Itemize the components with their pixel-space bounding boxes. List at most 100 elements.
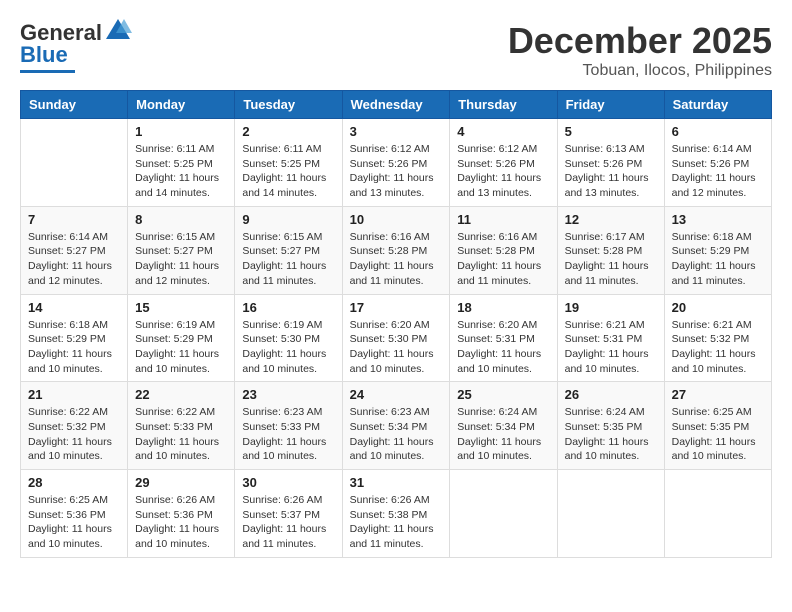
day-info: Sunrise: 6:17 AM Sunset: 5:28 PM Dayligh… (565, 230, 657, 289)
weekday-header-wednesday: Wednesday (342, 91, 450, 119)
day-number: 23 (242, 387, 334, 402)
day-info: Sunrise: 6:26 AM Sunset: 5:36 PM Dayligh… (135, 493, 227, 552)
weekday-header-sunday: Sunday (21, 91, 128, 119)
day-info: Sunrise: 6:23 AM Sunset: 5:33 PM Dayligh… (242, 405, 334, 464)
day-number: 28 (28, 475, 120, 490)
day-number: 5 (565, 124, 657, 139)
day-number: 12 (565, 212, 657, 227)
calendar-cell: 16Sunrise: 6:19 AM Sunset: 5:30 PM Dayli… (235, 294, 342, 382)
day-info: Sunrise: 6:14 AM Sunset: 5:26 PM Dayligh… (672, 142, 764, 201)
day-info: Sunrise: 6:25 AM Sunset: 5:36 PM Dayligh… (28, 493, 120, 552)
calendar-cell (664, 470, 771, 558)
day-info: Sunrise: 6:11 AM Sunset: 5:25 PM Dayligh… (135, 142, 227, 201)
day-info: Sunrise: 6:15 AM Sunset: 5:27 PM Dayligh… (242, 230, 334, 289)
calendar-cell: 2 Sunrise: 6:11 AM Sunset: 5:25 PM Daylig… (235, 119, 342, 207)
day-number: 21 (28, 387, 120, 402)
day-number: 8 (135, 212, 227, 227)
calendar-cell (557, 470, 664, 558)
day-number: 9 (242, 212, 334, 227)
day-info: Sunrise: 6:21 AM Sunset: 5:31 PM Dayligh… (565, 318, 657, 377)
calendar-cell: 26 Sunrise: 6:24 AM Sunset: 5:35 PM Dayli… (557, 382, 664, 470)
weekday-header-row: SundayMondayTuesdayWednesdayThursdayFrid… (21, 91, 772, 119)
calendar-cell: 6 Sunrise: 6:14 AM Sunset: 5:26 PM Daylig… (664, 119, 771, 207)
calendar-cell (21, 119, 128, 207)
day-info: Sunrise: 6:13 AM Sunset: 5:26 PM Dayligh… (565, 142, 657, 201)
calendar-cell: 9 Sunrise: 6:15 AM Sunset: 5:27 PM Daylig… (235, 206, 342, 294)
calendar-cell: 30 Sunrise: 6:26 AM Sunset: 5:37 PM Dayli… (235, 470, 342, 558)
calendar-cell: 17Sunrise: 6:20 AM Sunset: 5:30 PM Dayli… (342, 294, 450, 382)
day-info: Sunrise: 6:11 AM Sunset: 5:25 PM Dayligh… (242, 142, 334, 201)
calendar-cell: 28 Sunrise: 6:25 AM Sunset: 5:36 PM Dayli… (21, 470, 128, 558)
calendar-cell (450, 470, 557, 558)
calendar-cell: 21 Sunrise: 6:22 AM Sunset: 5:32 PM Dayli… (21, 382, 128, 470)
calendar-cell: 5 Sunrise: 6:13 AM Sunset: 5:26 PM Daylig… (557, 119, 664, 207)
day-number: 1 (135, 124, 227, 139)
day-number: 6 (672, 124, 764, 139)
day-number: 31 (350, 475, 443, 490)
day-number: 27 (672, 387, 764, 402)
day-info: Sunrise: 6:21 AM Sunset: 5:32 PM Dayligh… (672, 318, 764, 377)
calendar-cell: 22 Sunrise: 6:22 AM Sunset: 5:33 PM Dayli… (128, 382, 235, 470)
calendar-cell: 23 Sunrise: 6:23 AM Sunset: 5:33 PM Dayli… (235, 382, 342, 470)
calendar-cell: 15 Sunrise: 6:19 AM Sunset: 5:29 PM Dayli… (128, 294, 235, 382)
day-info: Sunrise: 6:12 AM Sunset: 5:26 PM Dayligh… (350, 142, 443, 201)
day-number: 2 (242, 124, 334, 139)
day-info: Sunrise: 6:18 AM Sunset: 5:29 PM Dayligh… (672, 230, 764, 289)
calendar-cell: 18Sunrise: 6:20 AM Sunset: 5:31 PM Dayli… (450, 294, 557, 382)
calendar-cell: 27 Sunrise: 6:25 AM Sunset: 5:35 PM Dayli… (664, 382, 771, 470)
weekday-header-tuesday: Tuesday (235, 91, 342, 119)
calendar-cell: 25 Sunrise: 6:24 AM Sunset: 5:34 PM Dayli… (450, 382, 557, 470)
day-number: 26 (565, 387, 657, 402)
day-info: Sunrise: 6:24 AM Sunset: 5:34 PM Dayligh… (457, 405, 549, 464)
day-number: 19 (565, 300, 657, 315)
day-info: Sunrise: 6:18 AM Sunset: 5:29 PM Dayligh… (28, 318, 120, 377)
calendar-cell: 19 Sunrise: 6:21 AM Sunset: 5:31 PM Dayli… (557, 294, 664, 382)
calendar-cell: 10Sunrise: 6:16 AM Sunset: 5:28 PM Dayli… (342, 206, 450, 294)
weekday-header-monday: Monday (128, 91, 235, 119)
calendar-cell: 11Sunrise: 6:16 AM Sunset: 5:28 PM Dayli… (450, 206, 557, 294)
day-info: Sunrise: 6:25 AM Sunset: 5:35 PM Dayligh… (672, 405, 764, 464)
day-number: 16 (242, 300, 334, 315)
month-title: December 2025 (508, 20, 772, 62)
logo: General Blue (20, 20, 132, 73)
calendar-cell: 31Sunrise: 6:26 AM Sunset: 5:38 PM Dayli… (342, 470, 450, 558)
calendar-cell: 13Sunrise: 6:18 AM Sunset: 5:29 PM Dayli… (664, 206, 771, 294)
calendar-cell: 3Sunrise: 6:12 AM Sunset: 5:26 PM Daylig… (342, 119, 450, 207)
day-number: 18 (457, 300, 549, 315)
day-info: Sunrise: 6:23 AM Sunset: 5:34 PM Dayligh… (350, 405, 443, 464)
logo-icon (104, 17, 132, 45)
day-number: 25 (457, 387, 549, 402)
logo-text-blue: Blue (20, 42, 68, 68)
day-number: 30 (242, 475, 334, 490)
day-number: 4 (457, 124, 549, 139)
calendar-table: SundayMondayTuesdayWednesdayThursdayFrid… (20, 90, 772, 558)
calendar-cell: 14 Sunrise: 6:18 AM Sunset: 5:29 PM Dayli… (21, 294, 128, 382)
calendar-week-row: 28 Sunrise: 6:25 AM Sunset: 5:36 PM Dayli… (21, 470, 772, 558)
page-header: General Blue December 2025 Tobuan, Iloco… (20, 20, 772, 80)
calendar-cell: 1 Sunrise: 6:11 AM Sunset: 5:25 PM Daylig… (128, 119, 235, 207)
title-section: December 2025 Tobuan, Ilocos, Philippine… (508, 20, 772, 80)
day-info: Sunrise: 6:22 AM Sunset: 5:32 PM Dayligh… (28, 405, 120, 464)
day-info: Sunrise: 6:24 AM Sunset: 5:35 PM Dayligh… (565, 405, 657, 464)
day-info: Sunrise: 6:19 AM Sunset: 5:29 PM Dayligh… (135, 318, 227, 377)
day-number: 17 (350, 300, 443, 315)
day-info: Sunrise: 6:14 AM Sunset: 5:27 PM Dayligh… (28, 230, 120, 289)
calendar-week-row: 1 Sunrise: 6:11 AM Sunset: 5:25 PM Daylig… (21, 119, 772, 207)
location-title: Tobuan, Ilocos, Philippines (508, 62, 772, 80)
day-info: Sunrise: 6:12 AM Sunset: 5:26 PM Dayligh… (457, 142, 549, 201)
weekday-header-thursday: Thursday (450, 91, 557, 119)
day-number: 15 (135, 300, 227, 315)
calendar-cell: 7Sunrise: 6:14 AM Sunset: 5:27 PM Daylig… (21, 206, 128, 294)
calendar-cell: 12 Sunrise: 6:17 AM Sunset: 5:28 PM Dayli… (557, 206, 664, 294)
calendar-cell: 29Sunrise: 6:26 AM Sunset: 5:36 PM Dayli… (128, 470, 235, 558)
day-number: 14 (28, 300, 120, 315)
day-info: Sunrise: 6:16 AM Sunset: 5:28 PM Dayligh… (457, 230, 549, 289)
calendar-cell: 20 Sunrise: 6:21 AM Sunset: 5:32 PM Dayli… (664, 294, 771, 382)
logo-underline (20, 70, 75, 73)
day-number: 10 (350, 212, 443, 227)
day-info: Sunrise: 6:26 AM Sunset: 5:37 PM Dayligh… (242, 493, 334, 552)
day-info: Sunrise: 6:22 AM Sunset: 5:33 PM Dayligh… (135, 405, 227, 464)
calendar-week-row: 7Sunrise: 6:14 AM Sunset: 5:27 PM Daylig… (21, 206, 772, 294)
day-number: 22 (135, 387, 227, 402)
day-number: 20 (672, 300, 764, 315)
